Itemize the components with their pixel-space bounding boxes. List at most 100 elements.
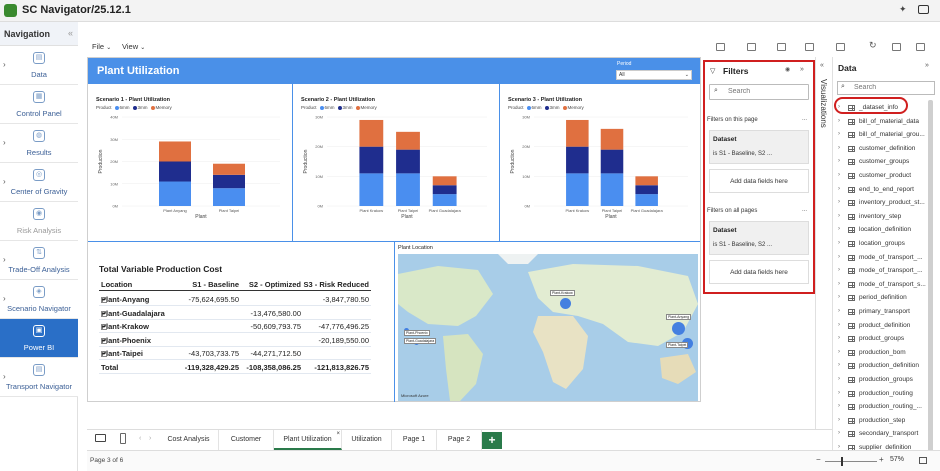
bar-segment[interactable] <box>635 185 658 195</box>
chevron-right-icon[interactable]: › <box>838 349 840 355</box>
tab-utilization[interactable]: Utilization <box>342 430 392 450</box>
bar-segment[interactable] <box>359 173 384 206</box>
bar-segment[interactable] <box>635 176 658 186</box>
expand-row-icon[interactable]: + <box>101 310 107 317</box>
bar-segment[interactable] <box>635 194 658 206</box>
data-table-item[interactable]: › production_routing_... <box>835 401 935 414</box>
camera-icon[interactable] <box>918 5 929 14</box>
add-data-fields-all[interactable]: Add data fields here <box>709 260 809 284</box>
table-row[interactable]: + Plant-Krakow -50,609,793.75 -47,776,496.2… <box>99 320 371 333</box>
save-as-icon[interactable] <box>836 43 845 51</box>
bar-segment[interactable] <box>566 146 589 174</box>
world-map[interactable]: Plant-Krakow Plant-Phoenix Plant-Guadala… <box>398 254 698 401</box>
eye-icon[interactable]: ◉ <box>785 66 790 73</box>
chevron-right-icon[interactable]: › <box>3 177 6 186</box>
bar-segment[interactable] <box>600 149 624 174</box>
chevron-right-icon[interactable]: › <box>838 158 840 164</box>
nav-item-scenario-navigator[interactable]: › ◈ Scenario Navigator <box>0 280 78 319</box>
chevron-right-icon[interactable]: › <box>838 254 840 260</box>
bar-segment[interactable] <box>600 173 624 206</box>
data-table-item[interactable]: › bill_of_material_data <box>835 116 935 129</box>
data-table-item[interactable]: › secondary_transport <box>835 428 935 441</box>
chevron-right-icon[interactable]: › <box>3 372 6 381</box>
chevron-right-icon[interactable]: › <box>838 172 840 178</box>
data-table-item[interactable]: › product_definition <box>835 320 935 333</box>
expand-visualizations-icon[interactable]: « <box>820 62 824 69</box>
chevron-right-icon[interactable]: › <box>838 281 840 287</box>
data-table-item[interactable]: › location_definition <box>835 224 935 237</box>
data-table-item[interactable]: › production_routing <box>835 388 935 401</box>
bar-segment[interactable] <box>159 161 191 182</box>
chevron-right-icon[interactable]: › <box>838 362 840 368</box>
add-page-button[interactable]: + <box>482 432 502 449</box>
add-data-fields-page[interactable]: Add data fields here <box>709 169 809 193</box>
tab-page-2[interactable]: Page 2 <box>437 430 482 450</box>
table-row[interactable]: + Plant-Taipei -43,703,733.75 -44,271,712.5… <box>99 347 371 360</box>
tab-page-1[interactable]: Page 1 <box>392 430 437 450</box>
bar-segment[interactable] <box>600 128 624 150</box>
chevron-right-icon[interactable]: › <box>838 118 840 124</box>
chevron-right-icon[interactable]: › <box>838 403 840 409</box>
save-icon[interactable] <box>892 43 901 51</box>
bar-segment[interactable] <box>359 119 384 147</box>
data-pane-scrollbar[interactable] <box>928 100 933 455</box>
table-row[interactable]: + Plant-Anyang -75,624,695.50 -3,847,780.50 <box>99 293 371 306</box>
data-table-item[interactable]: › inventory_product_st... <box>835 197 935 210</box>
data-table-item[interactable]: › location_groups <box>835 238 935 251</box>
chevron-right-icon[interactable]: › <box>838 145 840 151</box>
data-table-item[interactable]: › primary_transport <box>835 306 935 319</box>
chevron-right-icon[interactable]: › <box>838 308 840 314</box>
table-view-icon[interactable] <box>716 43 725 51</box>
bar-segment[interactable] <box>213 174 245 189</box>
bar-segment[interactable] <box>213 188 245 206</box>
display-icon[interactable] <box>805 43 814 51</box>
data-table-item[interactable]: › mode_of_transport_... <box>835 265 935 278</box>
desktop-view-icon[interactable] <box>95 434 106 442</box>
bar-segment[interactable] <box>213 163 245 175</box>
nav-item-risk-analysis[interactable]: ◉ Risk Analysis <box>0 202 78 241</box>
dataset-filter-card-page[interactable]: Dataset is S1 - Baseline, S2 ... <box>709 130 809 164</box>
chevron-right-icon[interactable]: › <box>838 294 840 300</box>
chevron-right-icon[interactable]: › <box>838 240 840 246</box>
tab-cost-analysis[interactable]: Cost Analysis <box>159 430 219 450</box>
data-table-item[interactable]: › production_groups <box>835 374 935 387</box>
refresh-icon[interactable]: ↻ <box>869 40 877 51</box>
chevron-right-icon[interactable]: › <box>3 138 6 147</box>
chevron-right-icon[interactable]: › <box>838 131 840 137</box>
bar-segment[interactable] <box>566 119 589 147</box>
collapse-data-icon[interactable]: » <box>925 62 929 69</box>
chevron-right-icon[interactable]: › <box>838 213 840 219</box>
table-total-row[interactable]: Total -119,328,429.25 -108,358,086.25 -121,… <box>99 361 371 374</box>
chevron-right-icon[interactable]: › <box>838 376 840 382</box>
data-table-item[interactable]: › product_groups <box>835 333 935 346</box>
data-table-item[interactable]: › production_bom <box>835 347 935 360</box>
nav-item-trade-off-analysis[interactable]: › ⇅ Trade-Off Analysis <box>0 241 78 280</box>
zoom-in-icon[interactable]: + <box>879 455 884 464</box>
data-table-item[interactable]: › customer_product <box>835 170 935 183</box>
nav-item-results[interactable]: › ◍ Results <box>0 124 78 163</box>
view-menu[interactable]: View ⌄ <box>122 42 145 51</box>
chevron-right-icon[interactable]: › <box>838 186 840 192</box>
bar-segment[interactable] <box>159 181 191 206</box>
chevron-right-icon[interactable]: › <box>3 294 6 303</box>
data-search-input[interactable] <box>854 84 932 91</box>
visualizations-strip[interactable]: « Visualizations <box>815 57 832 457</box>
sparkle-icon[interactable]: ✦ <box>899 4 907 15</box>
collapse-filters-icon[interactable]: » <box>800 66 804 73</box>
bar-segment[interactable] <box>432 185 457 195</box>
chevron-right-icon[interactable]: › <box>838 430 840 436</box>
chevron-right-icon[interactable]: › <box>838 267 840 273</box>
textbox-icon[interactable] <box>747 43 756 51</box>
chevron-right-icon[interactable]: › <box>838 322 840 328</box>
expand-row-icon[interactable]: + <box>101 324 107 330</box>
zoom-out-icon[interactable]: − <box>816 455 821 464</box>
map-pin-anyang[interactable] <box>672 322 685 335</box>
data-table-item[interactable]: › mode_of_transport_... <box>835 252 935 265</box>
chevron-right-icon[interactable]: › <box>838 199 840 205</box>
close-tab-icon[interactable]: × <box>336 424 340 444</box>
tab-scroll-left-icon[interactable]: ‹ <box>139 435 141 442</box>
zoom-slider[interactable] <box>825 461 877 462</box>
data-table-item[interactable]: › production_definition <box>835 360 935 373</box>
table-row[interactable]: + Plant-Guadalajara -13,476,580.00 <box>99 307 371 320</box>
tab-plant-utilization[interactable]: Plant Utilization × <box>274 430 342 450</box>
